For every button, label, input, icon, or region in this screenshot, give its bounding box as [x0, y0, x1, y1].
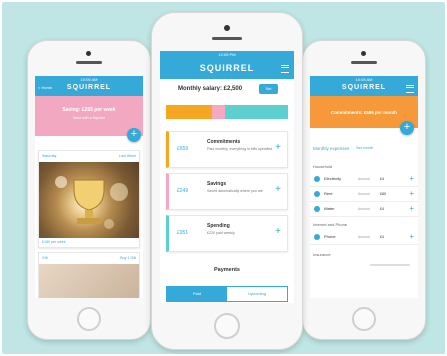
card-title: Commitments	[207, 139, 241, 145]
monthly-salary: Monthly salary: £2,500	[178, 86, 243, 92]
plus-icon[interactable]: +	[275, 226, 281, 237]
row-amount-value: £4	[380, 235, 384, 239]
row-name: Water	[324, 206, 335, 211]
card2-label-left: Gift	[42, 256, 48, 260]
spending-card[interactable]: £951 Spending £220 paid weekly +	[166, 215, 288, 252]
goal-card[interactable]: Saturday Last Week £180 per week	[38, 150, 140, 248]
scroll-indicator	[370, 264, 410, 266]
status-time: 10:05 AM	[355, 77, 373, 82]
savings-card[interactable]: £249 Savings Saved automatically where y…	[166, 173, 288, 210]
add-button[interactable]: +	[127, 128, 141, 142]
card-footer: £180 per week	[42, 240, 66, 244]
spending-segment	[224, 105, 288, 119]
row-amount-label: Amount	[358, 177, 370, 181]
left-screen: 10:05 AM < Home SQUIRREL Saving: £265 pe…	[35, 76, 143, 298]
commitments-card[interactable]: £659 Commitments Paid monthly, everythin…	[166, 131, 288, 168]
right-app-bar: 10:05 AM SQUIRREL	[310, 76, 418, 96]
home-button[interactable]	[77, 307, 101, 331]
status-time: 10:05 AM	[80, 77, 98, 82]
section-label: Monthly expenses	[313, 146, 350, 151]
row-name: Phone	[324, 234, 336, 239]
row-amount-label: Amount	[358, 207, 370, 211]
center-phone: 12:05 PM SQUIRREL Monthly salary: £2,500…	[151, 12, 303, 350]
goal-photo-2	[39, 264, 139, 298]
camera-dot	[361, 51, 366, 56]
card2-label-right: Buy 1 Gift	[120, 256, 136, 260]
card-description: Saved automatically where you are	[207, 189, 263, 193]
menu-icon[interactable]	[406, 85, 414, 93]
row-name: Rent	[324, 191, 333, 196]
app-logo: SQUIRREL	[199, 63, 255, 73]
row-amount-label: Amount	[358, 192, 370, 196]
row-amount-label: Amount	[358, 235, 370, 239]
app-logo: SQUIRREL	[66, 84, 112, 91]
camera-dot	[86, 51, 91, 56]
card-label-left: Saturday	[42, 154, 57, 158]
card-title: Savings	[207, 181, 227, 187]
card-description: Paid monthly, everything in bills specif…	[207, 147, 273, 151]
payments-title: Payments	[214, 267, 240, 273]
row-name: Electricity	[324, 176, 342, 181]
speaker-grille	[351, 61, 377, 64]
home-button[interactable]	[214, 313, 240, 339]
payments-tabs: Paid Upcoming	[166, 286, 288, 302]
row-amount-value: £4	[380, 177, 384, 181]
goal-photo	[39, 162, 139, 238]
expense-row[interactable]: Water Amount £4 +	[310, 203, 418, 217]
speaker-grille	[212, 37, 242, 40]
card-description: £220 paid weekly	[207, 231, 235, 235]
home-button[interactable]	[352, 307, 376, 331]
camera-dot	[224, 25, 230, 31]
set-salary-button[interactable]: Set	[259, 84, 278, 94]
subsection-internet: Internet and Phone	[313, 222, 348, 227]
row-plus-icon[interactable]: +	[409, 189, 414, 198]
plus-icon[interactable]: +	[275, 142, 281, 153]
speaker-grille	[76, 61, 102, 64]
salary-row: Monthly salary: £2,500 Set	[160, 79, 294, 101]
tab-paid[interactable]: Paid	[167, 287, 227, 301]
expense-row[interactable]: Rent Amount £80 +	[310, 188, 418, 202]
right-screen: 10:05 AM SQUIRREL Commitments: £586 per …	[310, 76, 418, 298]
card-amount: £249	[177, 188, 189, 194]
row-dot-icon	[314, 234, 320, 240]
banner-title: Saving: £265 per week	[62, 107, 116, 113]
card-title: Spending	[207, 223, 230, 229]
background-panel: 10:05 AM < Home SQUIRREL Saving: £265 pe…	[2, 2, 445, 354]
row-plus-icon[interactable]: +	[409, 232, 414, 241]
savings-segment	[212, 105, 225, 119]
card-amount: £659	[177, 146, 189, 152]
section-link[interactable]: See month	[356, 146, 373, 150]
center-screen: 12:05 PM SQUIRREL Monthly salary: £2,500…	[160, 51, 294, 303]
left-app-bar: 10:05 AM < Home SQUIRREL	[35, 76, 143, 96]
subsection-insurance: Insurance	[313, 252, 331, 257]
row-amount-value: £4	[380, 207, 384, 211]
row-amount-value: £80	[380, 192, 386, 196]
menu-icon[interactable]	[281, 65, 289, 73]
row-plus-icon[interactable]: +	[409, 174, 414, 183]
card-label-right: Last Week	[119, 154, 136, 158]
goal-card-2[interactable]: Gift Buy 1 Gift	[38, 252, 140, 298]
card-amount: £951	[177, 230, 189, 236]
center-app-bar: 12:05 PM SQUIRREL	[160, 51, 294, 79]
right-phone: 10:05 AM SQUIRREL Commitments: £586 per …	[302, 40, 426, 340]
commitments-segment	[166, 105, 213, 119]
banner-title: Commitments: £586 per month	[330, 110, 397, 115]
tab-upcoming[interactable]: Upcoming	[227, 287, 287, 301]
left-phone: 10:05 AM < Home SQUIRREL Saving: £265 pe…	[27, 40, 151, 340]
expense-row[interactable]: Phone Amount £4 +	[310, 231, 418, 245]
trophy-illustration	[55, 176, 128, 229]
banner-subtitle: Save with a Squirrel	[73, 116, 105, 120]
app-logo: SQUIRREL	[341, 84, 387, 91]
savings-banner: Saving: £265 per week Save with a Squirr…	[35, 96, 143, 136]
status-time: 12:05 PM	[218, 52, 236, 57]
row-dot-icon	[314, 176, 320, 182]
subsection-household: Household	[313, 164, 333, 169]
expense-row[interactable]: Electricity Amount £4 +	[310, 173, 418, 187]
row-dot-icon	[314, 191, 320, 197]
row-dot-icon	[314, 206, 320, 212]
plus-icon[interactable]: +	[275, 184, 281, 195]
add-button[interactable]: +	[400, 121, 414, 135]
budget-split-bar	[166, 105, 288, 119]
row-plus-icon[interactable]: +	[409, 204, 414, 213]
